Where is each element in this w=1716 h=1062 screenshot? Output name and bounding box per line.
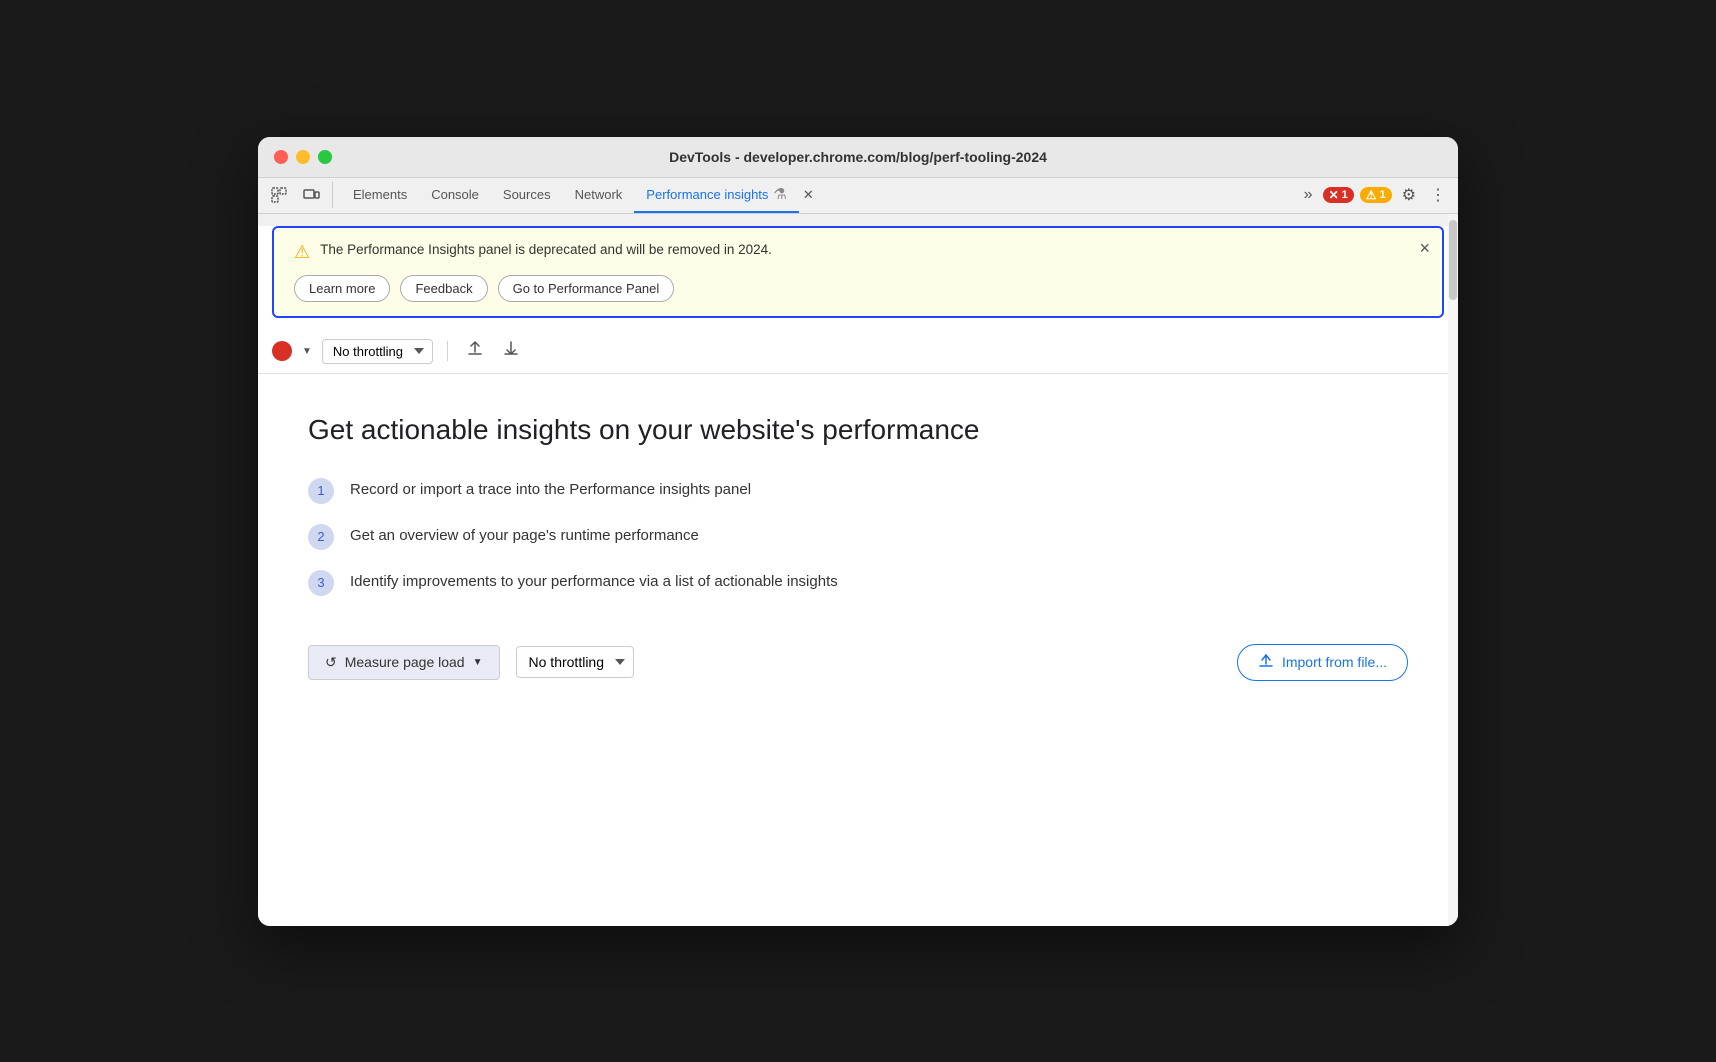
record-button[interactable] <box>272 341 292 361</box>
step-number-1: 1 <box>308 478 334 504</box>
throttle-bottom-select[interactable]: No throttling Slow 4G Fast 3G Slow 3G Of… <box>516 646 634 678</box>
error-badge[interactable]: ✕ 1 <box>1323 187 1354 203</box>
step-text-1: Record or import a trace into the Perfor… <box>350 478 751 498</box>
upload-button[interactable] <box>462 338 488 365</box>
titlebar: DevTools - developer.chrome.com/blog/per… <box>258 137 1458 178</box>
tab-performance-insights[interactable]: Performance insights ⚗ <box>634 178 799 213</box>
settings-button[interactable]: ⚙ <box>1398 181 1420 209</box>
download-button[interactable] <box>498 338 524 365</box>
step-number-2: 2 <box>308 524 334 550</box>
deprecation-banner: ⚠ The Performance Insights panel is depr… <box>272 226 1444 318</box>
tab-network[interactable]: Network <box>563 178 635 213</box>
banner-close-button[interactable]: × <box>1419 238 1430 259</box>
learn-more-button[interactable]: Learn more <box>294 275 390 302</box>
window-controls <box>274 150 332 164</box>
warning-badge[interactable]: ⚠ 1 <box>1360 187 1392 203</box>
steps-list: 1 Record or import a trace into the Perf… <box>308 478 1408 596</box>
step-number-3: 3 <box>308 570 334 596</box>
error-icon: ✕ <box>1329 188 1339 202</box>
toolbar-divider <box>447 341 448 361</box>
tab-close-button[interactable]: ✕ <box>799 185 818 205</box>
close-button[interactable] <box>274 150 288 164</box>
devtools-tabs: Elements Console Sources Network Perform… <box>258 178 1458 214</box>
import-from-file-button[interactable]: Import from file... <box>1237 644 1408 681</box>
list-item: 1 Record or import a trace into the Perf… <box>308 478 1408 504</box>
refresh-icon: ↺ <box>325 654 337 671</box>
import-icon <box>1258 653 1274 672</box>
devtools-content: ⚠ The Performance Insights panel is depr… <box>258 214 1458 926</box>
banner-message: ⚠ The Performance Insights panel is depr… <box>294 242 1422 263</box>
tab-console[interactable]: Console <box>419 178 491 213</box>
main-heading: Get actionable insights on your website'… <box>308 414 1408 446</box>
banner-actions: Learn more Feedback Go to Performance Pa… <box>294 275 1422 302</box>
more-options-button[interactable]: ⋮ <box>1426 181 1450 209</box>
record-dropdown-button[interactable]: ▼ <box>302 346 312 357</box>
device-icon-button[interactable] <box>298 182 324 208</box>
more-tabs-button[interactable]: » <box>1300 182 1317 208</box>
step-text-3: Identify improvements to your performanc… <box>350 570 838 590</box>
banner-warning-icon: ⚠ <box>294 242 310 263</box>
bottom-actions: ↺ Measure page load ▼ No throttling Slow… <box>308 644 1408 681</box>
step-text-2: Get an overview of your page's runtime p… <box>350 524 699 544</box>
scrollbar-track[interactable] <box>1448 214 1458 926</box>
list-item: 2 Get an overview of your page's runtime… <box>308 524 1408 550</box>
scrollbar-thumb[interactable] <box>1449 220 1457 300</box>
main-content: Get actionable insights on your website'… <box>258 374 1458 721</box>
measure-chevron-icon: ▼ <box>473 657 483 668</box>
feedback-button[interactable]: Feedback <box>400 275 487 302</box>
measure-page-load-button[interactable]: ↺ Measure page load ▼ <box>308 645 500 680</box>
minimize-button[interactable] <box>296 150 310 164</box>
go-to-panel-button[interactable]: Go to Performance Panel <box>498 275 675 302</box>
tab-icon-group <box>266 182 333 208</box>
maximize-button[interactable] <box>318 150 332 164</box>
tab-sources[interactable]: Sources <box>491 178 563 213</box>
cursor-icon-button[interactable] <box>266 182 292 208</box>
list-item: 3 Identify improvements to your performa… <box>308 570 1408 596</box>
tab-right-controls: » ✕ 1 ⚠ 1 ⚙ ⋮ <box>1300 181 1450 209</box>
tab-elements[interactable]: Elements <box>341 178 419 213</box>
window-title: DevTools - developer.chrome.com/blog/per… <box>669 149 1047 165</box>
warning-icon: ⚠ <box>1366 188 1377 202</box>
toolbar: ▼ No throttling Slow 4G Fast 3G Slow 3G … <box>258 330 1458 374</box>
throttle-select[interactable]: No throttling Slow 4G Fast 3G Slow 3G Of… <box>322 339 433 364</box>
